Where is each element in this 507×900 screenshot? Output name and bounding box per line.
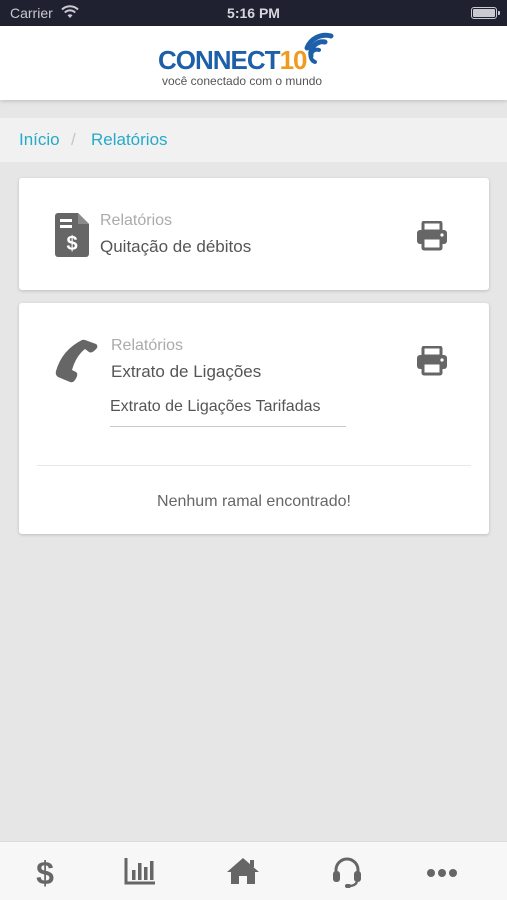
- report-category-label: Relatórios: [111, 337, 184, 354]
- tab-relatorios[interactable]: [120, 856, 160, 890]
- report-card-ligacoes: Relatórios Extrato de Ligações Extrato d…: [19, 303, 489, 534]
- report-category-label: Relatórios: [100, 212, 173, 229]
- logo-tagline: você conectado com o mundo: [162, 74, 323, 88]
- report-type-select[interactable]: Extrato de Ligações Tarifadas: [110, 393, 346, 427]
- svg-text:$: $: [36, 856, 54, 890]
- printer-icon: [417, 220, 447, 251]
- bar-chart-icon: [124, 858, 155, 885]
- print-button[interactable]: [416, 345, 448, 376]
- report-card-quitacao: $ Relatórios Quitação de débitos: [19, 178, 489, 290]
- empty-state-message: Nenhum ramal encontrado!: [157, 493, 351, 510]
- document-dollar-icon: $: [55, 213, 89, 257]
- more-icon: [427, 869, 457, 877]
- print-button[interactable]: [416, 220, 448, 251]
- bottom-tab-bar: $: [0, 841, 507, 900]
- tab-financeiro[interactable]: $: [25, 856, 65, 890]
- divider: [37, 465, 471, 466]
- status-bar: Carrier 5:16 PM: [0, 0, 507, 26]
- tab-inicio[interactable]: [223, 856, 263, 890]
- breadcrumb-home-link[interactable]: Início: [19, 130, 60, 150]
- breadcrumb-current: Relatórios: [91, 130, 168, 149]
- breadcrumb-separator: /: [71, 130, 76, 149]
- report-title: Extrato de Ligações: [111, 362, 262, 381]
- svg-text:$: $: [66, 233, 77, 255]
- logo-brand-a: CONNECT: [158, 45, 281, 75]
- signal-waves-icon: [304, 32, 334, 64]
- logo-wordmark: CONNECT10: [158, 45, 307, 76]
- app-header: CONNECT10 você conectado com o mundo: [0, 26, 507, 100]
- tab-mais[interactable]: [422, 856, 462, 890]
- phone-icon: [55, 339, 98, 383]
- clock: 5:16 PM: [227, 5, 280, 21]
- dollar-icon: $: [36, 856, 54, 890]
- report-title: Quitação de débitos: [100, 237, 252, 256]
- connect10-logo: CONNECT10 você conectado com o mundo: [158, 30, 358, 92]
- breadcrumb: Início / Relatórios: [0, 118, 507, 162]
- headset-icon: [333, 857, 361, 888]
- home-icon: [227, 858, 259, 884]
- printer-icon: [417, 345, 447, 376]
- tab-suporte[interactable]: [327, 856, 367, 890]
- battery-icon: [471, 7, 500, 19]
